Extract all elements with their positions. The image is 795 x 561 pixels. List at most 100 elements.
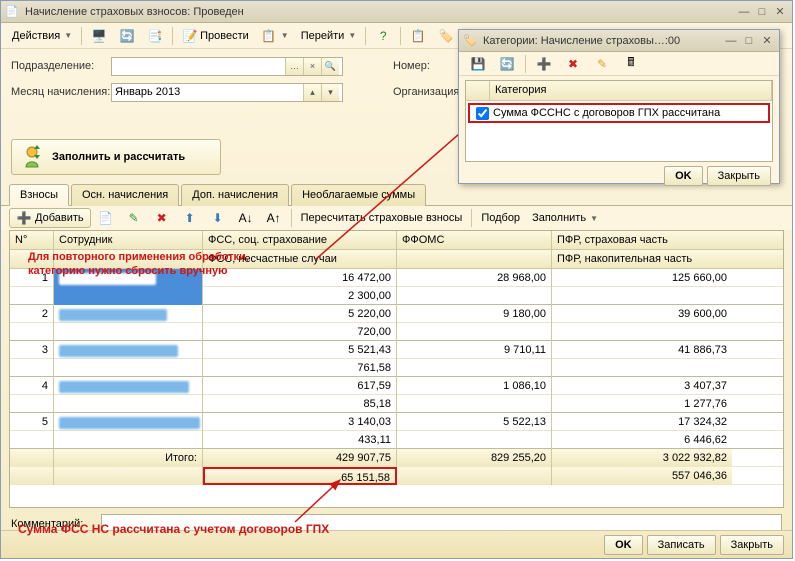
col-pfr2[interactable]: ПФР, накопительная часть xyxy=(552,250,732,268)
gt-sort-asc[interactable]: A↓ xyxy=(233,208,259,228)
cat-delete-button[interactable]: ✖ xyxy=(560,54,586,74)
gt-sort-desc[interactable]: A↑ xyxy=(261,208,287,228)
col-num[interactable]: N° xyxy=(10,231,54,249)
recalc-button[interactable]: Пересчитать страховые взносы xyxy=(296,208,468,228)
cat-close-button[interactable]: ✕ xyxy=(759,34,775,48)
gt-edit[interactable]: ✎ xyxy=(121,208,147,228)
tag-icon: 🏷️ xyxy=(463,34,477,48)
col-ffoms[interactable]: ФФОМС xyxy=(397,231,552,249)
cat-refresh-button[interactable]: 🔄 xyxy=(494,54,520,74)
up-icon: ⬆ xyxy=(182,210,198,226)
cat-checkbox[interactable] xyxy=(476,107,489,120)
tb-btn-1[interactable]: 🖥️ xyxy=(86,26,112,46)
refresh-icon: 🔄 xyxy=(499,56,515,72)
help-button[interactable]: ? xyxy=(370,26,396,46)
table-row[interactable]: 25 220,009 180,0039 600,00 xyxy=(10,305,783,323)
actions-menu[interactable]: Действия▼ xyxy=(7,26,77,46)
screen-icon: 🖥️ xyxy=(91,28,107,44)
month-input[interactable]: Январь 2013 ▴ ▾ xyxy=(111,83,343,102)
dept-input[interactable]: … × 🔍 xyxy=(111,57,343,76)
cat-toolbar: 💾 🔄 ➕ ✖ ✎ 🖩 xyxy=(459,52,779,76)
edit-icon: ✎ xyxy=(126,210,142,226)
calc-icon: 🖩 xyxy=(623,56,639,72)
clear-button[interactable]: × xyxy=(303,58,321,75)
minimize-button[interactable]: — xyxy=(736,5,752,19)
table-row[interactable]: 35 521,439 710,1141 886,73 xyxy=(10,341,783,359)
diskette-icon: 💾 xyxy=(470,56,486,72)
spin-up-button[interactable]: ▴ xyxy=(303,84,321,101)
table-row[interactable]: 85,181 277,76 xyxy=(10,395,783,413)
edit-icon: ✎ xyxy=(594,56,610,72)
gt-btn-1[interactable]: 📄 xyxy=(93,208,119,228)
cat-bottom-bar: OK Закрыть xyxy=(459,162,779,190)
cat-save-button[interactable]: 💾 xyxy=(465,54,491,74)
ellipsis-button[interactable]: … xyxy=(285,58,303,75)
doc-icon: 📄 xyxy=(5,5,19,19)
cat-item-row[interactable]: Сумма ФССНС с договоров ГПХ рассчитана xyxy=(468,103,770,123)
tb-btn-3[interactable]: 📑 xyxy=(142,26,168,46)
table-row[interactable]: 4617,591 086,103 407,37 xyxy=(10,377,783,395)
close-button[interactable]: ✕ xyxy=(772,5,788,19)
table-row[interactable]: 761,58 xyxy=(10,359,783,377)
table-row[interactable]: 433,116 446,62 xyxy=(10,431,783,449)
cat-minimize-button[interactable]: — xyxy=(723,34,739,48)
cat-edit-button[interactable]: ✎ xyxy=(589,54,615,74)
tab-nontaxable[interactable]: Необлагаемые суммы xyxy=(291,184,426,206)
fill-calculate-button[interactable]: Заполнить и рассчитать xyxy=(11,139,221,175)
post-button[interactable]: 📝Провести xyxy=(177,26,254,46)
col-pfr1[interactable]: ПФР, страховая часть xyxy=(552,231,732,249)
separator xyxy=(291,209,292,227)
refresh-icon: 🔄 xyxy=(119,28,135,44)
cat-add-button[interactable]: ➕ xyxy=(531,54,557,74)
copy-icon: 📄 xyxy=(98,210,114,226)
grid-header-row1: N° Сотрудник ФСС, соц. страхование ФФОМС… xyxy=(10,231,783,250)
maximize-button[interactable]: □ xyxy=(754,5,770,19)
annotation-1: Для повторного применения обработки, кат… xyxy=(28,250,249,279)
sort-asc-icon: A↓ xyxy=(238,210,254,226)
separator xyxy=(525,55,526,73)
down-icon: ⬇ xyxy=(210,210,226,226)
tab-contributions[interactable]: Взносы xyxy=(9,184,69,206)
plus-icon: ➕ xyxy=(536,56,552,72)
fill-menu[interactable]: Заполнить▼ xyxy=(527,208,603,228)
table-row[interactable]: 53 140,035 522,1317 324,32 xyxy=(10,413,783,431)
gt-delete[interactable]: ✖ xyxy=(149,208,175,228)
cat-col-header[interactable]: Категория xyxy=(490,81,772,100)
tb-btn-4[interactable]: 📋▼ xyxy=(256,26,294,46)
tb-btn-2[interactable]: 🔄 xyxy=(114,26,140,46)
tab-main-accruals[interactable]: Осн. начисления xyxy=(71,184,179,206)
ok-button[interactable]: OK xyxy=(604,535,643,555)
gt-up[interactable]: ⬆ xyxy=(177,208,203,228)
cat-calc-button[interactable]: 🖩 xyxy=(618,54,644,74)
annotation-2: Сумма ФСС НС рассчитана с учетом договор… xyxy=(18,522,329,538)
categories-window: 🏷️ Категории: Начисление страховы…:00 — … xyxy=(458,29,780,184)
tab-add-accruals[interactable]: Доп. начисления xyxy=(181,184,289,206)
col-fss1[interactable]: ФСС, соц. страхование xyxy=(203,231,397,249)
save-button[interactable]: Записать xyxy=(647,535,716,555)
goto-menu[interactable]: Перейти▼ xyxy=(296,26,362,46)
cat-titlebar: 🏷️ Категории: Начисление страховы…:00 — … xyxy=(459,30,779,52)
tag-icon: 🏷️ xyxy=(438,28,454,44)
tb-btn-5[interactable]: 📋 xyxy=(405,26,431,46)
highlighted-total: 65 151,58 xyxy=(203,467,397,485)
gt-down[interactable]: ⬇ xyxy=(205,208,231,228)
close-button-bottom[interactable]: Закрыть xyxy=(720,535,784,555)
cat-close-button-bottom[interactable]: Закрыть xyxy=(707,166,771,186)
spin-down-button[interactable]: ▾ xyxy=(321,84,339,101)
select-button[interactable]: Подбор xyxy=(476,208,525,228)
plus-icon: ➕ xyxy=(16,210,32,226)
table-row[interactable]: 720,00 xyxy=(10,323,783,341)
cat-item-label: Сумма ФССНС с договоров ГПХ рассчитана xyxy=(493,107,720,119)
tb-btn-6[interactable]: 🏷️ xyxy=(433,26,459,46)
separator xyxy=(81,27,82,45)
table-row[interactable]: 2 300,00 xyxy=(10,287,783,305)
lookup-button[interactable]: 🔍 xyxy=(321,58,339,75)
cat-ok-button[interactable]: OK xyxy=(664,166,703,186)
main-titlebar: 📄 Начисление страховых взносов: Проведен… xyxy=(1,1,792,23)
col-emp[interactable]: Сотрудник xyxy=(54,231,203,249)
separator xyxy=(471,209,472,227)
cat-maximize-button[interactable]: □ xyxy=(741,34,757,48)
cat-grid[interactable]: Категория Сумма ФССНС с договоров ГПХ ра… xyxy=(465,80,773,162)
add-row-button[interactable]: ➕Добавить xyxy=(9,208,91,228)
separator xyxy=(365,27,366,45)
